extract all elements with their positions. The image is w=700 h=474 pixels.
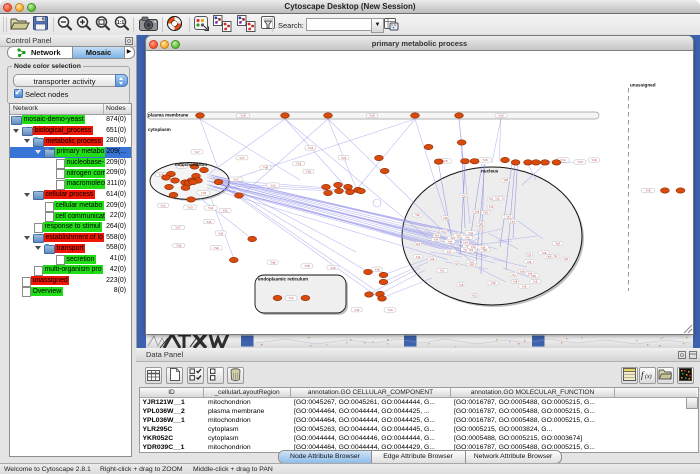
svg-text:Yx5: Yx5 bbox=[645, 189, 651, 193]
svg-text:Yx4: Yx4 bbox=[206, 220, 212, 224]
svg-text:mitochondrion: mitochondrion bbox=[175, 162, 207, 167]
svg-text:Yx4: Yx4 bbox=[510, 219, 515, 223]
svg-text:cytoplasm: cytoplasm bbox=[148, 127, 171, 132]
svg-text:Yx5: Yx5 bbox=[483, 211, 488, 215]
svg-text:unassigned: unassigned bbox=[630, 83, 656, 88]
svg-text:Yx8: Yx8 bbox=[270, 260, 276, 264]
svg-text:Yx4: Yx4 bbox=[308, 146, 314, 150]
svg-text:Yx1: Yx1 bbox=[553, 254, 558, 258]
svg-text:Yx3: Yx3 bbox=[188, 205, 194, 209]
svg-text:Yx2: Yx2 bbox=[288, 296, 294, 300]
svg-text:Yx2: Yx2 bbox=[526, 252, 531, 256]
svg-text:Yx8: Yx8 bbox=[304, 264, 310, 268]
svg-text:Yx7: Yx7 bbox=[239, 156, 245, 160]
svg-text:Yx4: Yx4 bbox=[489, 205, 494, 209]
svg-text:Yx6: Yx6 bbox=[481, 245, 486, 249]
svg-text:Yx3: Yx3 bbox=[354, 308, 360, 312]
svg-text:Yx9: Yx9 bbox=[474, 209, 479, 213]
svg-text:Yx6: Yx6 bbox=[456, 234, 461, 238]
svg-text:Yx3: Yx3 bbox=[479, 227, 484, 231]
svg-text:Yx5: Yx5 bbox=[330, 266, 336, 270]
svg-text:Yx7: Yx7 bbox=[233, 177, 239, 181]
svg-text:Yx3: Yx3 bbox=[465, 236, 470, 240]
svg-text:1:1: 1:1 bbox=[117, 20, 124, 26]
svg-text:Yx4: Yx4 bbox=[387, 308, 393, 312]
svg-text:Yx3: Yx3 bbox=[498, 114, 504, 118]
svg-text:Yx3: Yx3 bbox=[577, 160, 583, 164]
svg-text:Yx6: Yx6 bbox=[520, 269, 525, 273]
svg-text:Yx9: Yx9 bbox=[240, 114, 246, 118]
svg-text:Yx8: Yx8 bbox=[263, 166, 269, 170]
svg-text:Yx1: Yx1 bbox=[271, 183, 277, 187]
svg-text:Yx2: Yx2 bbox=[472, 294, 477, 298]
svg-text:Yx7: Yx7 bbox=[194, 150, 200, 154]
svg-text:nucleus: nucleus bbox=[481, 169, 499, 174]
svg-text:Yx9: Yx9 bbox=[201, 191, 207, 195]
svg-text:Yx9: Yx9 bbox=[491, 281, 496, 285]
svg-text:Yx4: Yx4 bbox=[341, 156, 347, 160]
svg-text:Yx9: Yx9 bbox=[546, 255, 551, 259]
svg-text:Yx9: Yx9 bbox=[527, 271, 532, 275]
svg-text:Yx6: Yx6 bbox=[306, 170, 312, 174]
svg-text:Yx6: Yx6 bbox=[533, 280, 538, 284]
svg-text:Yx4: Yx4 bbox=[468, 231, 473, 235]
svg-text:Yx2: Yx2 bbox=[495, 196, 500, 200]
svg-text:Yx6: Yx6 bbox=[443, 216, 448, 220]
svg-text:Yx9: Yx9 bbox=[591, 158, 597, 162]
svg-text:Yx6: Yx6 bbox=[468, 248, 473, 252]
svg-text:(x): (x) bbox=[645, 373, 652, 380]
svg-text:Yx9: Yx9 bbox=[430, 257, 435, 261]
svg-text:Yx1: Yx1 bbox=[440, 269, 445, 273]
svg-text:Yx2: Yx2 bbox=[461, 194, 466, 198]
svg-text:Yx3: Yx3 bbox=[469, 263, 474, 267]
svg-text:Yx9: Yx9 bbox=[433, 238, 438, 242]
svg-text:Yx7: Yx7 bbox=[454, 262, 459, 266]
svg-text:Yx6: Yx6 bbox=[375, 267, 381, 271]
svg-text:Yx2: Yx2 bbox=[214, 246, 220, 250]
svg-text:Yx6: Yx6 bbox=[176, 244, 182, 248]
svg-text:Yx1: Yx1 bbox=[560, 158, 566, 162]
svg-text:Yx3: Yx3 bbox=[296, 162, 302, 166]
svg-text:Yx5: Yx5 bbox=[218, 231, 224, 235]
svg-text:Yx4: Yx4 bbox=[447, 239, 452, 243]
svg-text:Yx2: Yx2 bbox=[208, 206, 214, 210]
svg-text:Yx8: Yx8 bbox=[513, 280, 518, 284]
svg-text:Yx4: Yx4 bbox=[416, 255, 421, 259]
svg-text:Yx9: Yx9 bbox=[369, 114, 375, 118]
svg-text:Yx7: Yx7 bbox=[175, 226, 181, 230]
svg-text:Yx1: Yx1 bbox=[160, 204, 166, 208]
svg-text:Yx6: Yx6 bbox=[415, 213, 420, 217]
svg-text:Yx9: Yx9 bbox=[527, 260, 532, 264]
svg-text:Yx8: Yx8 bbox=[503, 178, 508, 182]
svg-text:Yx5: Yx5 bbox=[459, 283, 464, 287]
svg-text:Yx9: Yx9 bbox=[542, 251, 547, 255]
svg-text:Yx6: Yx6 bbox=[482, 158, 488, 162]
svg-text:Yx1: Yx1 bbox=[511, 272, 516, 276]
svg-text:Yx1: Yx1 bbox=[223, 209, 229, 213]
svg-text:Yx9: Yx9 bbox=[555, 241, 560, 245]
svg-text:Yx5: Yx5 bbox=[478, 222, 483, 226]
svg-text:Yx7: Yx7 bbox=[447, 249, 452, 253]
svg-text:Yx2: Yx2 bbox=[441, 229, 446, 233]
svg-text:Yx4: Yx4 bbox=[434, 234, 439, 238]
svg-text:plasma membrane: plasma membrane bbox=[148, 113, 189, 118]
svg-text:Yx9: Yx9 bbox=[522, 284, 527, 288]
svg-text:endoplasmic reticulum: endoplasmic reticulum bbox=[258, 277, 308, 282]
svg-text:Yx4: Yx4 bbox=[463, 240, 468, 244]
svg-text:Yx3: Yx3 bbox=[415, 242, 420, 246]
svg-text:Yx3: Yx3 bbox=[506, 215, 511, 219]
svg-text:Yx9: Yx9 bbox=[563, 257, 568, 261]
